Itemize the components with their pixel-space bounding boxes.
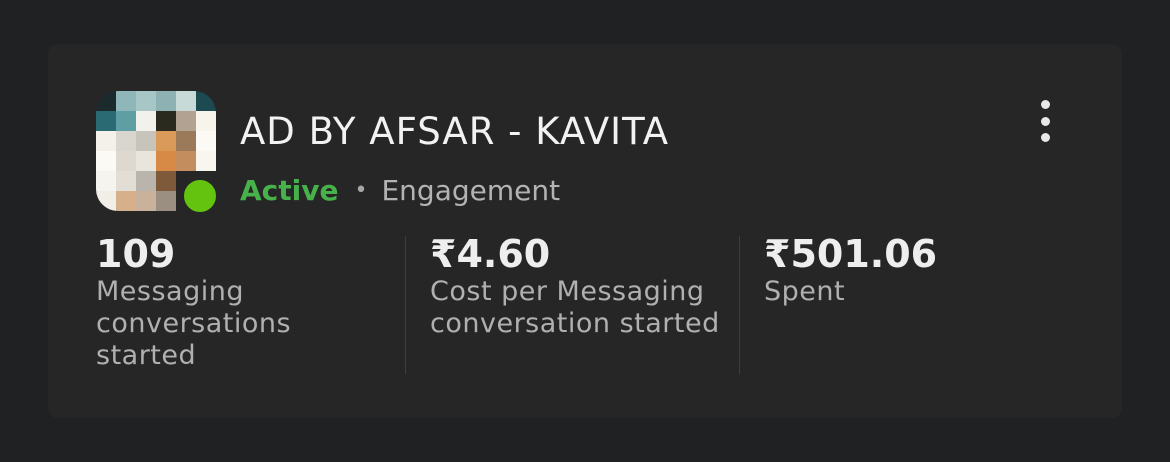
metric-spent: ₹501.06 Spent xyxy=(764,232,1064,374)
status-label: Active xyxy=(240,174,339,207)
more-vertical-icon[interactable] xyxy=(1030,100,1060,142)
metric-messaging-conversations: 109 Messaging conversations started xyxy=(96,232,396,374)
metric-label: Spent xyxy=(764,276,846,307)
metric-divider xyxy=(739,236,740,374)
metric-cost-per-conversation: ₹4.60 Cost per Messaging conversation st… xyxy=(430,232,750,374)
metric-value: ₹501.06 xyxy=(764,232,938,276)
metric-value: ₹4.60 xyxy=(430,232,551,276)
active-status-dot xyxy=(180,176,220,216)
ad-card[interactable]: AD BY AFSAR - KAVITA Active • Engagement… xyxy=(48,44,1122,418)
ad-title[interactable]: AD BY AFSAR - KAVITA xyxy=(240,110,669,153)
separator-dot: • xyxy=(354,178,368,203)
metric-label: Cost per Messaging conversation started xyxy=(430,276,720,339)
metric-label: Messaging conversations started xyxy=(96,276,292,371)
ad-status-line: Active • Engagement xyxy=(240,174,560,207)
metric-value: 109 xyxy=(96,232,176,276)
metric-divider xyxy=(405,236,406,374)
objective-label: Engagement xyxy=(381,174,561,207)
